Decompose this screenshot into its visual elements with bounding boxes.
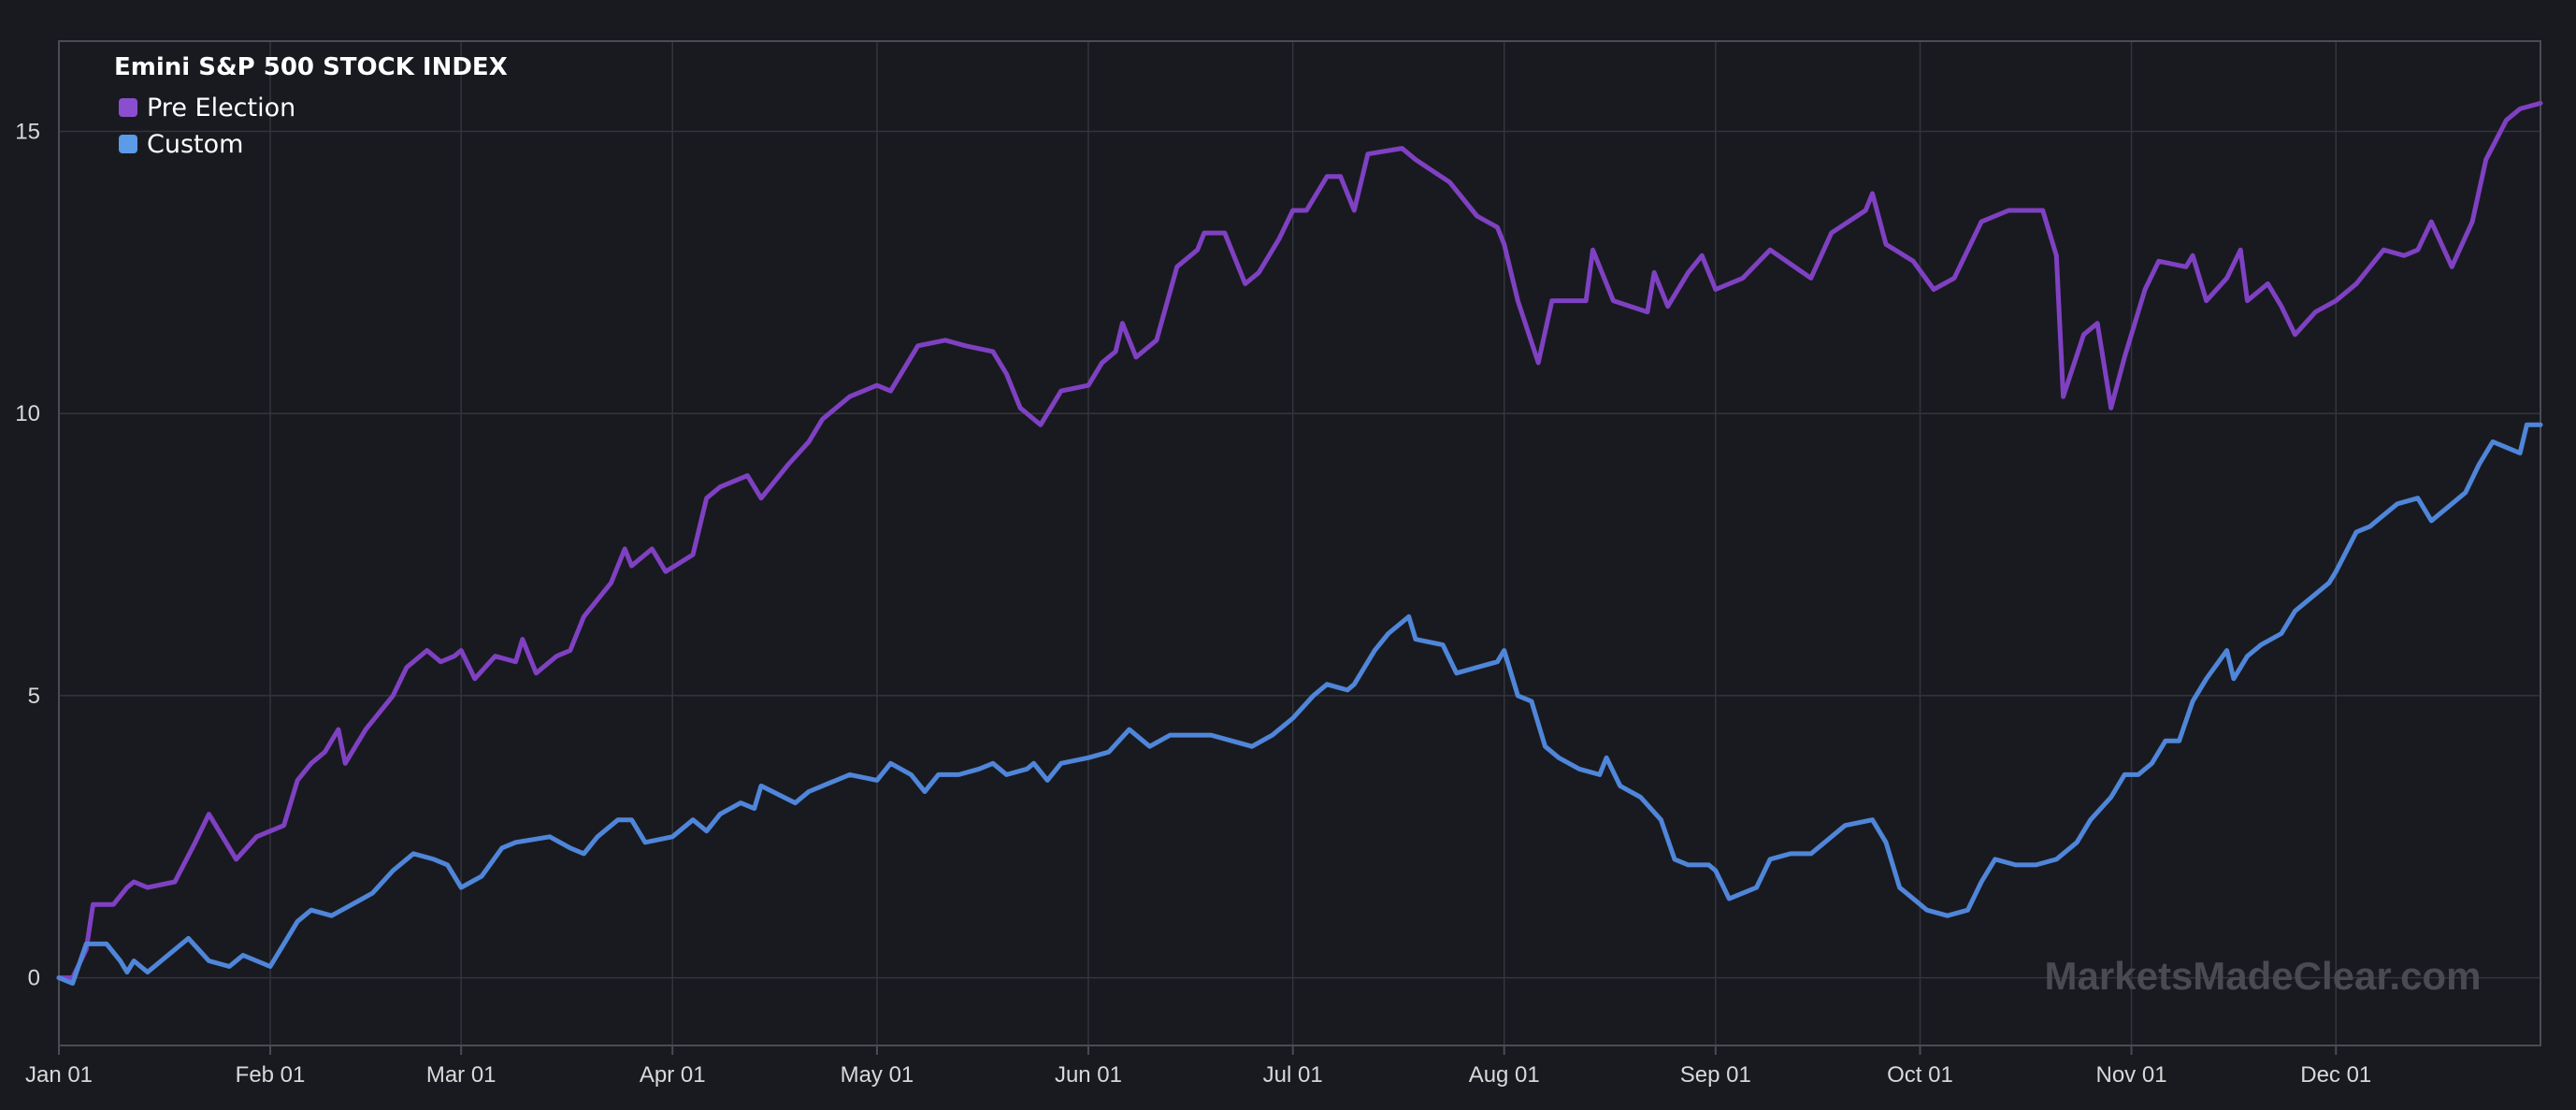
x-tick-label: Jul 01 — [1263, 1062, 1323, 1088]
x-tick-label: Aug 01 — [1469, 1062, 1540, 1088]
legend-swatch-custom[interactable] — [119, 135, 137, 153]
chart-container: Jan 01 Feb 01 Mar 01 Apr 01 May 01 Jun 01 Jul … — [0, 0, 2576, 1110]
x-tick-label: Feb 01 — [236, 1062, 306, 1088]
chart-title: Emini S&P 500 STOCK INDEX — [114, 53, 508, 81]
x-tick-label: Mar 01 — [426, 1062, 496, 1088]
legend-label-custom[interactable]: Custom — [147, 130, 243, 159]
y-tick-label: 10 — [15, 401, 40, 426]
x-tick-label: Sep 01 — [1680, 1062, 1751, 1088]
x-tick-label: Apr 01 — [640, 1062, 706, 1088]
x-tick-label: Jun 01 — [1055, 1062, 1122, 1088]
legend-swatch-pre-election[interactable] — [119, 98, 137, 117]
x-tick-label: Nov 01 — [2096, 1062, 2167, 1088]
chart-background — [0, 0, 2576, 1110]
x-tick-label: Dec 01 — [2300, 1062, 2371, 1088]
x-tick-label: May 01 — [841, 1062, 914, 1088]
legend-label-pre-election[interactable]: Pre Election — [147, 94, 295, 123]
y-tick-label: 15 — [15, 120, 40, 145]
line-chart: Jan 01 Feb 01 Mar 01 Apr 01 May 01 Jun 01 Jul … — [0, 0, 2576, 1110]
y-tick-label: 5 — [28, 684, 40, 709]
x-tick-label: Jan 01 — [25, 1062, 93, 1088]
y-tick-label: 0 — [28, 966, 40, 991]
watermark: MarketsMadeClear.com — [2045, 954, 2482, 998]
x-tick-label: Oct 01 — [1887, 1062, 1953, 1088]
